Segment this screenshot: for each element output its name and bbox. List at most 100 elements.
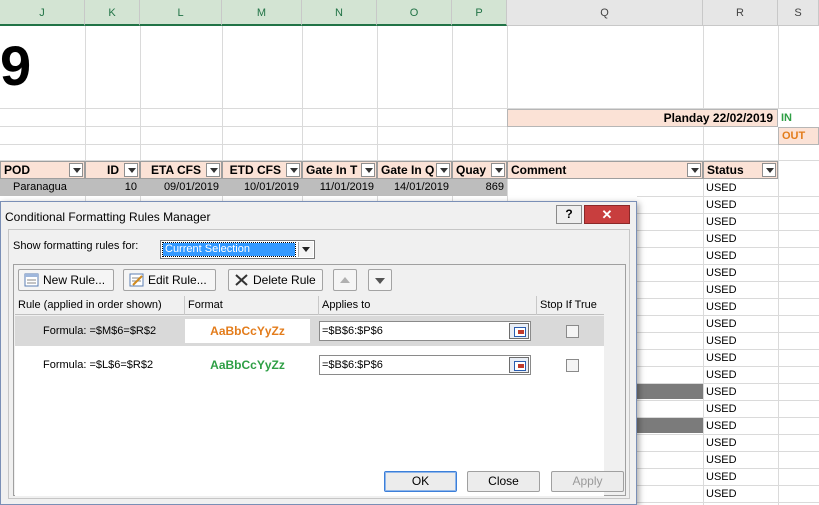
column-header-m[interactable]: M (222, 0, 302, 26)
status-cell[interactable]: USED (703, 350, 778, 367)
status-cell[interactable]: USED (703, 333, 778, 350)
status-cell[interactable]: USED (703, 282, 778, 299)
stop-if-true-checkbox[interactable] (566, 359, 579, 372)
cell-pod[interactable]: Paranagua (10, 179, 85, 196)
cell-quay[interactable]: 869 (452, 179, 507, 196)
column-header-q[interactable]: Q (507, 0, 703, 26)
status-cell[interactable]: USED (703, 248, 778, 265)
new-rule-button[interactable]: New Rule... (18, 269, 114, 291)
rule-row[interactable]: Formula: =$M$6=$R$2 AaBbCcYyZz =$B$6:$P$… (15, 316, 604, 346)
applies-to-input[interactable]: =$B$6:$P$6 (319, 321, 531, 341)
header-status-label: Status (707, 163, 744, 177)
column-header-n[interactable]: N (302, 0, 377, 26)
filter-dropdown-icon[interactable] (491, 163, 505, 177)
status-cell[interactable]: USED (703, 469, 778, 486)
edit-rule-icon (129, 273, 144, 287)
header-quay[interactable]: Quay (452, 161, 507, 179)
status-cell[interactable]: USED (703, 452, 778, 469)
applies-to-input[interactable]: =$B$6:$P$6 (319, 355, 531, 375)
status-cell[interactable]: USED (703, 384, 778, 401)
range-picker-icon[interactable] (509, 357, 529, 373)
cell-eta[interactable]: 09/01/2019 (140, 179, 222, 196)
close-button[interactable]: Close (467, 471, 540, 492)
filter-dropdown-icon[interactable] (206, 163, 220, 177)
edit-rule-button[interactable]: Edit Rule... (123, 269, 216, 291)
header-id[interactable]: ID (85, 161, 140, 179)
new-rule-icon (24, 273, 39, 287)
header-quay-label: Quay (456, 163, 487, 177)
delete-rule-button[interactable]: Delete Rule (228, 269, 323, 291)
show-rules-value: Current Selection (162, 242, 296, 257)
show-rules-select[interactable]: Current Selection (160, 240, 315, 259)
range-picker-icon[interactable] (509, 323, 529, 339)
move-up-button[interactable] (333, 269, 357, 291)
column-header-o[interactable]: O (377, 0, 452, 26)
status-cell[interactable]: USED (703, 197, 778, 214)
filter-dropdown-icon[interactable] (286, 163, 300, 177)
header-comment[interactable]: Comment (507, 161, 703, 179)
header-comment-label: Comment (511, 163, 567, 177)
status-cell[interactable]: USED (703, 231, 778, 248)
status-cell[interactable]: USED (703, 401, 778, 418)
filter-dropdown-icon[interactable] (361, 163, 375, 177)
cell-id[interactable]: 10 (85, 179, 140, 196)
in-legend-cell[interactable]: IN (778, 109, 819, 127)
header-etd-cfs[interactable]: ETD CFS (222, 161, 302, 179)
close-x-button[interactable]: ✕ (584, 205, 630, 224)
status-cell[interactable]: USED (703, 299, 778, 316)
header-eta-cfs[interactable]: ETA CFS (140, 161, 222, 179)
rule-row[interactable]: Formula: =$L$6=$R$2 AaBbCcYyZz =$B$6:$P$… (15, 350, 604, 380)
rules-grid-header: Rule (applied in order shown) Format App… (15, 296, 604, 315)
col-rule-header: Rule (applied in order shown) (15, 296, 185, 315)
format-preview: AaBbCcYyZz (185, 353, 310, 377)
header-status[interactable]: Status (703, 161, 778, 179)
edit-rule-label: Edit Rule... (148, 273, 207, 287)
move-down-button[interactable] (368, 269, 392, 291)
status-cell[interactable]: USED (703, 435, 778, 452)
help-button[interactable]: ? (556, 205, 582, 224)
rules-list: Formula: =$M$6=$R$2 AaBbCcYyZz =$B$6:$P$… (15, 316, 604, 496)
planday-cell[interactable]: Planday 22/02/2019 (507, 109, 778, 127)
ok-button[interactable]: OK (384, 471, 457, 492)
status-cell[interactable]: USED (703, 367, 778, 384)
header-etd-label: ETD CFS (229, 163, 281, 177)
chevron-down-icon[interactable] (298, 242, 313, 257)
status-cell[interactable]: USED (703, 180, 778, 197)
column-header-s[interactable]: S (778, 0, 819, 26)
apply-button[interactable]: Apply (551, 471, 624, 492)
header-pod-label: POD (4, 163, 31, 177)
gridline (637, 502, 819, 503)
column-header-k[interactable]: K (85, 0, 140, 26)
filter-dropdown-icon[interactable] (762, 163, 776, 177)
cell-gate-in-q[interactable]: 14/01/2019 (377, 179, 452, 196)
out-legend-cell[interactable]: OUT (778, 127, 819, 145)
filter-dropdown-icon[interactable] (687, 163, 701, 177)
rules-panel: New Rule... Edit Rule... Delete Rule Rul… (13, 264, 626, 496)
filter-dropdown-icon[interactable] (436, 163, 450, 177)
filter-dropdown-icon[interactable] (69, 163, 83, 177)
column-header-p[interactable]: P (452, 0, 507, 26)
arrow-down-icon (375, 278, 385, 284)
status-cell[interactable]: USED (703, 418, 778, 435)
dialog-body: Show formatting rules for: Current Selec… (8, 229, 630, 499)
filter-dropdown-icon[interactable] (124, 163, 138, 177)
col-applies-header: Applies to (319, 296, 537, 315)
status-cell[interactable]: USED (703, 265, 778, 282)
status-cell[interactable]: USED (703, 316, 778, 333)
col-format-header: Format (185, 296, 319, 315)
column-header-j[interactable]: J (0, 0, 85, 26)
header-gate-in-q-label: Gate In Q (381, 163, 435, 177)
header-gate-in-t[interactable]: Gate In T (302, 161, 377, 179)
status-cell[interactable]: USED (703, 486, 778, 503)
col-stop-header: Stop If True (540, 299, 597, 311)
header-pod[interactable]: POD (0, 161, 85, 179)
column-header-r[interactable]: R (703, 0, 778, 26)
dialog-title: Conditional Formatting Rules Manager (5, 210, 211, 224)
header-gate-in-q[interactable]: Gate In Q (377, 161, 452, 179)
cell-gate-in-t[interactable]: 11/01/2019 (302, 179, 377, 196)
cell-etd[interactable]: 10/01/2019 (222, 179, 302, 196)
stop-if-true-checkbox[interactable] (566, 325, 579, 338)
status-cell[interactable]: USED (703, 214, 778, 231)
large-number-cell[interactable]: 9 (0, 34, 31, 98)
column-header-l[interactable]: L (140, 0, 222, 26)
